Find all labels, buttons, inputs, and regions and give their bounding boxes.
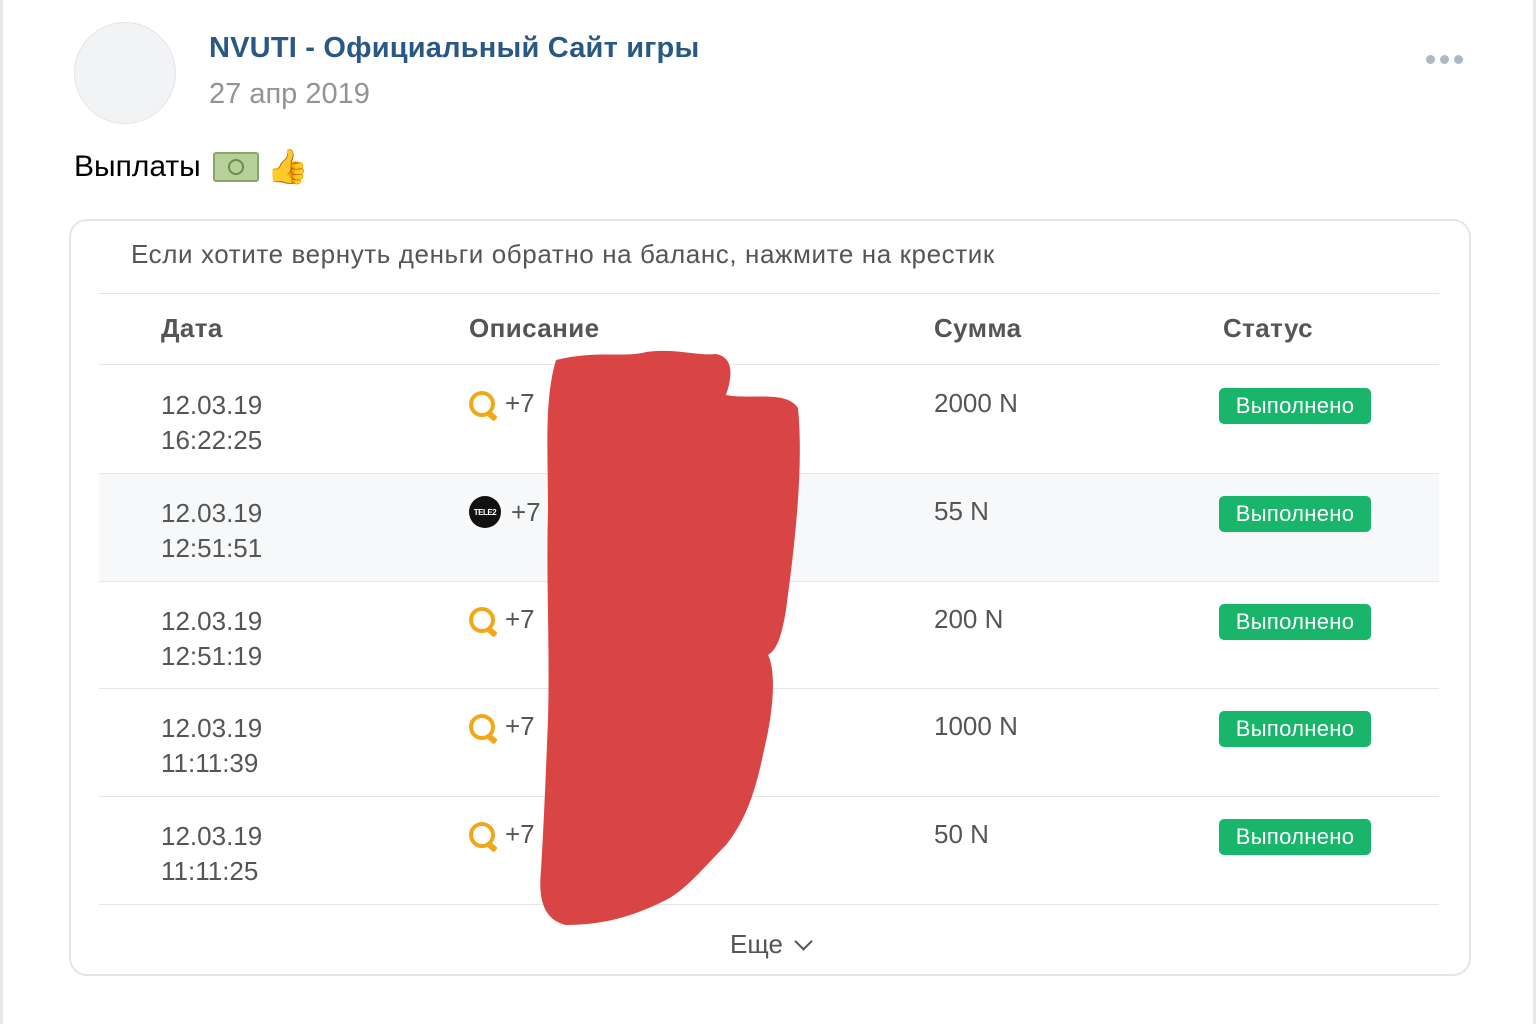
qiwi-icon [469,606,495,633]
row-description: +7 [469,711,535,742]
row-phone: +7 [505,711,535,741]
row-date: 12.03.19 [161,498,263,528]
tele2-icon: TELE2 [469,496,501,528]
chevron-down-icon [794,932,813,951]
dot [1440,55,1449,64]
row-time: 11:11:39 [161,748,259,778]
post-text-label: Выплаты [74,150,201,183]
more-actions-icon[interactable] [1426,55,1463,67]
redaction-scribble [540,350,800,925]
qiwi-icon [469,390,495,417]
header-description: Описание [469,313,600,343]
row-description: +7 [469,819,535,850]
redaction-fill [540,350,800,925]
status-badge: Выполнено [1219,604,1371,640]
dot [1454,55,1463,64]
show-more-button[interactable]: Еще [71,929,1469,960]
post: NVUTI - Официальный Сайт игры 27 апр 201… [0,0,1536,1024]
qiwi-icon [469,713,495,740]
row-time: 11:11:25 [161,856,259,886]
dot [1426,55,1435,64]
avatar[interactable] [74,22,176,124]
row-time: 12:51:19 [161,641,263,671]
row-phone: +7 [505,604,535,634]
row-time: 16:22:25 [161,425,263,455]
row-phone: +7 [505,388,535,418]
row-sum: 50 N [934,819,989,849]
header-date: Дата [161,313,223,343]
row-description: TELE2 +7 [469,496,541,528]
money-icon [212,152,259,182]
header-sum: Сумма [934,313,1022,343]
row-sum: 1000 N [934,711,1018,741]
row-description: +7 [469,388,535,419]
row-datetime: 12.03.19 12:51:51 [161,496,262,566]
status-badge: Выполнено [1219,496,1371,532]
notice-text: Если хотите вернуть деньги обратно на ба… [131,239,995,269]
row-date: 12.03.19 [161,821,263,851]
status-badge: Выполнено [1219,388,1371,424]
post-date[interactable]: 27 апр 2019 [209,78,370,111]
frame-edge-left [0,0,3,1024]
show-more-label: Еще [730,929,783,959]
divider [99,293,1439,294]
row-description: +7 [469,604,535,635]
row-datetime: 12.03.19 11:11:25 [161,819,262,889]
status-badge: Выполнено [1219,819,1371,855]
qiwi-icon [469,821,495,848]
row-sum: 55 N [934,496,989,526]
row-datetime: 12.03.19 12:51:19 [161,604,262,674]
status-badge: Выполнено [1219,711,1371,747]
row-phone: +7 [505,819,535,849]
row-date: 12.03.19 [161,390,263,420]
row-datetime: 12.03.19 16:22:25 [161,388,262,458]
row-sum: 2000 N [934,388,1018,418]
post-author[interactable]: NVUTI - Официальный Сайт игры [209,32,699,65]
row-datetime: 12.03.19 11:11:39 [161,711,262,781]
row-date: 12.03.19 [161,606,263,636]
row-date: 12.03.19 [161,713,263,743]
row-sum: 200 N [934,604,1004,634]
post-text: Выплаты 👍 [74,150,309,184]
header-status: Статус [1223,313,1314,343]
row-time: 12:51:51 [161,533,263,563]
thumbs-up-icon: 👍 [266,148,309,186]
